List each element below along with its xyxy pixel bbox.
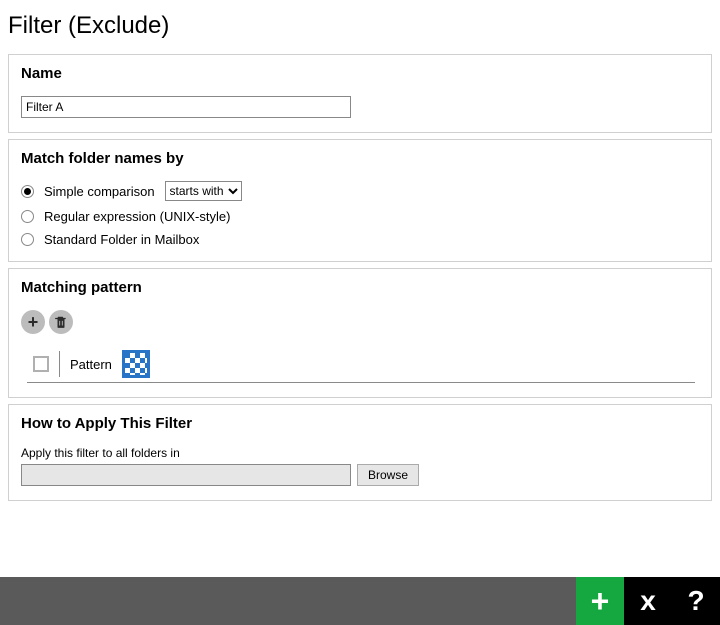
apply-panel: How to Apply This Filter Apply this filt…: [8, 404, 712, 501]
footer-add-button[interactable]: +: [576, 577, 624, 625]
name-heading: Name: [21, 65, 699, 82]
column-divider: [59, 351, 60, 377]
pattern-header-row: Pattern: [27, 346, 695, 383]
trash-icon: [54, 315, 68, 329]
pattern-toolbar: +: [21, 310, 699, 334]
pattern-heading: Matching pattern: [21, 279, 699, 296]
match-option-simple-row: Simple comparison starts with: [21, 181, 699, 201]
select-all-checkbox[interactable]: [33, 356, 49, 372]
browse-button[interactable]: Browse: [357, 464, 419, 486]
add-pattern-button[interactable]: +: [21, 310, 45, 334]
radio-regex[interactable]: [21, 210, 34, 223]
apply-row: Browse: [21, 464, 699, 486]
match-option-regex-row: Regular expression (UNIX-style): [21, 209, 699, 224]
filter-name-input[interactable]: [21, 96, 351, 118]
match-panel: Match folder names by Simple comparison …: [8, 139, 712, 262]
plus-icon: +: [28, 313, 39, 331]
match-option-standard-row: Standard Folder in Mailbox: [21, 232, 699, 247]
footer-help-button[interactable]: ?: [672, 577, 720, 625]
radio-standard-label: Standard Folder in Mailbox: [44, 232, 199, 247]
pattern-swatch-icon[interactable]: [122, 350, 150, 378]
footer-bar: + x ?: [0, 577, 720, 625]
delete-pattern-button[interactable]: [49, 310, 73, 334]
radio-simple-label: Simple comparison: [44, 184, 155, 199]
match-heading: Match folder names by: [21, 150, 699, 167]
name-panel: Name: [8, 54, 712, 133]
radio-standard[interactable]: [21, 233, 34, 246]
comparison-select[interactable]: starts with: [165, 181, 242, 201]
apply-heading: How to Apply This Filter: [21, 415, 699, 432]
footer-cancel-button[interactable]: x: [624, 577, 672, 625]
radio-simple[interactable]: [21, 185, 34, 198]
radio-regex-label: Regular expression (UNIX-style): [44, 209, 230, 224]
apply-folder-input[interactable]: [21, 464, 351, 486]
pattern-column-label: Pattern: [70, 357, 112, 372]
page-title: Filter (Exclude): [0, 0, 720, 48]
pattern-panel: Matching pattern + Pattern: [8, 268, 712, 398]
apply-label: Apply this filter to all folders in: [21, 446, 699, 460]
